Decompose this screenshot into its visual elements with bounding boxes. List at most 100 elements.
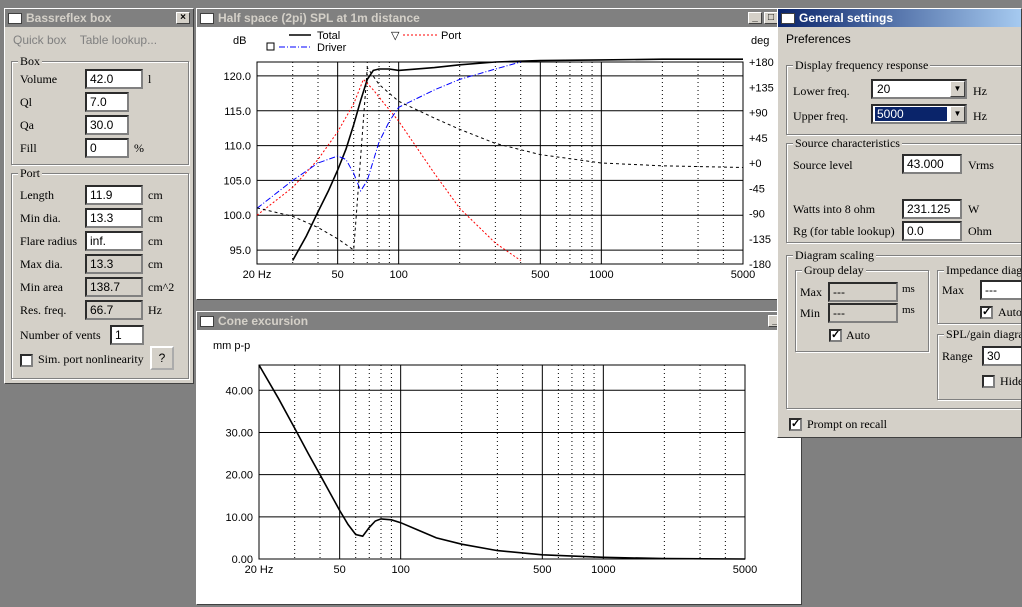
y2-tick-label: -135 <box>749 234 771 246</box>
spl-gain-group: SPL/gain diagram Range 30 Hide p <box>937 327 1021 400</box>
bassreflex-titlebar[interactable]: Bassreflex box × <box>5 9 193 27</box>
minimize-icon[interactable]: _ <box>748 12 762 24</box>
upper-freq-unit: Hz <box>973 109 987 123</box>
y-right-unit: deg <box>751 35 769 47</box>
y-tick-label: 105.0 <box>223 175 251 187</box>
x-tick-label: 500 <box>533 564 551 576</box>
gd-min-input[interactable]: --- <box>828 303 898 323</box>
impedance-group: Impedance diagra Max --- ✓ Auto <box>937 263 1021 324</box>
source-level-label: Source level <box>793 158 853 172</box>
max-dia-unit: cm <box>148 257 163 271</box>
bassreflex-window: Bassreflex box × Quick box Table lookup.… <box>4 8 194 384</box>
gd-max-unit: ms <box>902 283 915 295</box>
y-tick-label: 110.0 <box>224 141 251 153</box>
menu-table-lookup[interactable]: Table lookup... <box>80 33 157 47</box>
close-icon[interactable]: × <box>176 12 190 24</box>
vents-label: Number of vents <box>20 328 101 342</box>
imp-auto-checkbox[interactable]: ✓ <box>980 306 993 319</box>
watts-label: Watts into 8 ohm <box>793 202 876 216</box>
group-delay-label: Group delay <box>802 263 866 278</box>
upper-freq-value: 5000 <box>875 107 947 121</box>
lower-freq-value: 20 <box>877 82 891 96</box>
lower-freq-select[interactable]: 20 ▼ <box>871 79 967 99</box>
rg-label: Rg (for table lookup) <box>793 224 895 238</box>
plot-frame <box>258 364 746 560</box>
cone-titlebar[interactable]: Cone excursion _ □ <box>197 312 801 330</box>
sim-nonlinearity-checkbox[interactable] <box>20 354 33 367</box>
series-line-port <box>256 78 521 261</box>
chevron-down-icon[interactable]: ▼ <box>950 106 965 122</box>
volume-unit: l <box>148 72 152 86</box>
help-button[interactable]: ? <box>150 346 174 370</box>
maximize-icon[interactable]: □ <box>764 12 778 24</box>
length-input[interactable]: 11.9 <box>85 185 143 205</box>
gd-auto-checkbox[interactable]: ✓ <box>829 329 842 342</box>
volume-input[interactable]: 42.0 <box>85 69 143 89</box>
res-freq-unit: Hz <box>148 303 162 317</box>
vents-input[interactable]: 1 <box>110 325 144 345</box>
gd-max-input[interactable]: --- <box>828 282 898 302</box>
flare-radius-label: Flare radius <box>20 234 77 248</box>
source-group-label: Source characteristics <box>793 136 902 151</box>
chevron-down-icon[interactable]: ▼ <box>950 81 965 97</box>
length-unit: cm <box>148 188 163 202</box>
menu-quick-box[interactable]: Quick box <box>13 33 66 47</box>
y2-tick-label: +135 <box>749 82 774 94</box>
qa-label: Qa <box>20 118 34 132</box>
y2-tick-label: -180 <box>749 259 771 271</box>
source-level-unit: Vrms <box>968 158 994 172</box>
cone-y-unit: mm p-p <box>213 340 250 352</box>
y2-tick-label: -90 <box>749 209 765 221</box>
imp-max-input[interactable]: --- <box>980 280 1021 300</box>
window-icon <box>781 12 795 24</box>
y-left-unit: dB <box>233 35 246 47</box>
spl-window: Half space (2pi) SPL at 1m distance _ □ … <box>196 8 782 300</box>
diagram-scaling-group: Diagram scaling Group delay Max --- ms M… <box>786 248 1021 409</box>
prompt-recall-label: Prompt on recall <box>807 417 887 431</box>
ql-input[interactable]: 7.0 <box>85 92 129 112</box>
rg-input[interactable]: 0.0 <box>902 221 962 241</box>
diagram-scaling-label: Diagram scaling <box>793 248 876 263</box>
x-tick-label: 100 <box>389 269 407 281</box>
gd-max-label: Max <box>800 285 822 299</box>
legend-driver: Driver <box>317 42 347 54</box>
legend-total: Total <box>317 30 340 42</box>
y2-tick-label: -45 <box>749 183 765 195</box>
legend-port-marker: ▽ <box>391 30 400 42</box>
box-group: Box Volume 42.0 l Ql 7.0 Qa 30.0 Fill 0 … <box>11 54 189 165</box>
x-tick-label: 500 <box>531 269 549 281</box>
y-tick-label: 95.0 <box>230 245 251 257</box>
qa-input[interactable]: 30.0 <box>85 115 129 135</box>
port-group-label: Port <box>18 166 43 181</box>
fill-input[interactable]: 0 <box>85 138 129 158</box>
watts-input[interactable]: 231.125 <box>902 199 962 219</box>
menu-preferences[interactable]: Preferences <box>786 32 851 46</box>
watts-unit: W <box>968 202 980 216</box>
spl-titlebar[interactable]: Half space (2pi) SPL at 1m distance _ □ <box>197 9 781 27</box>
upper-freq-select[interactable]: 5000 ▼ <box>871 104 967 124</box>
window-icon <box>8 12 22 24</box>
y-tick-label: 115.0 <box>224 106 251 118</box>
ql-label: Ql <box>20 95 32 109</box>
y2-tick-label: +0 <box>749 158 762 170</box>
legend-port: Port <box>441 30 461 42</box>
general-titlebar[interactable]: General settings <box>778 9 1021 27</box>
gd-min-label: Min <box>800 306 821 320</box>
hide-checkbox[interactable] <box>982 375 995 388</box>
source-group: Source characteristics Source level 43.0… <box>786 136 1021 243</box>
prompt-recall-checkbox[interactable]: ✓ <box>789 418 802 431</box>
imp-max-label: Max <box>942 283 964 297</box>
flare-radius-input[interactable]: inf. <box>85 231 143 251</box>
min-dia-input[interactable]: 13.3 <box>85 208 143 228</box>
min-dia-unit: cm <box>148 211 163 225</box>
chart-window-icon <box>200 315 214 327</box>
volume-label: Volume <box>20 72 58 86</box>
source-level-input[interactable]: 43.000 <box>902 154 962 174</box>
min-area-value: 138.7 <box>85 277 143 297</box>
x-tick-label: 50 <box>334 564 346 576</box>
series-line-driver <box>256 61 521 209</box>
min-area-unit: cm^2 <box>148 280 175 294</box>
range-input[interactable]: 30 <box>982 346 1021 366</box>
series-line-total <box>292 58 743 261</box>
general-settings-window: General settings Preferences Display fre… <box>777 8 1022 438</box>
